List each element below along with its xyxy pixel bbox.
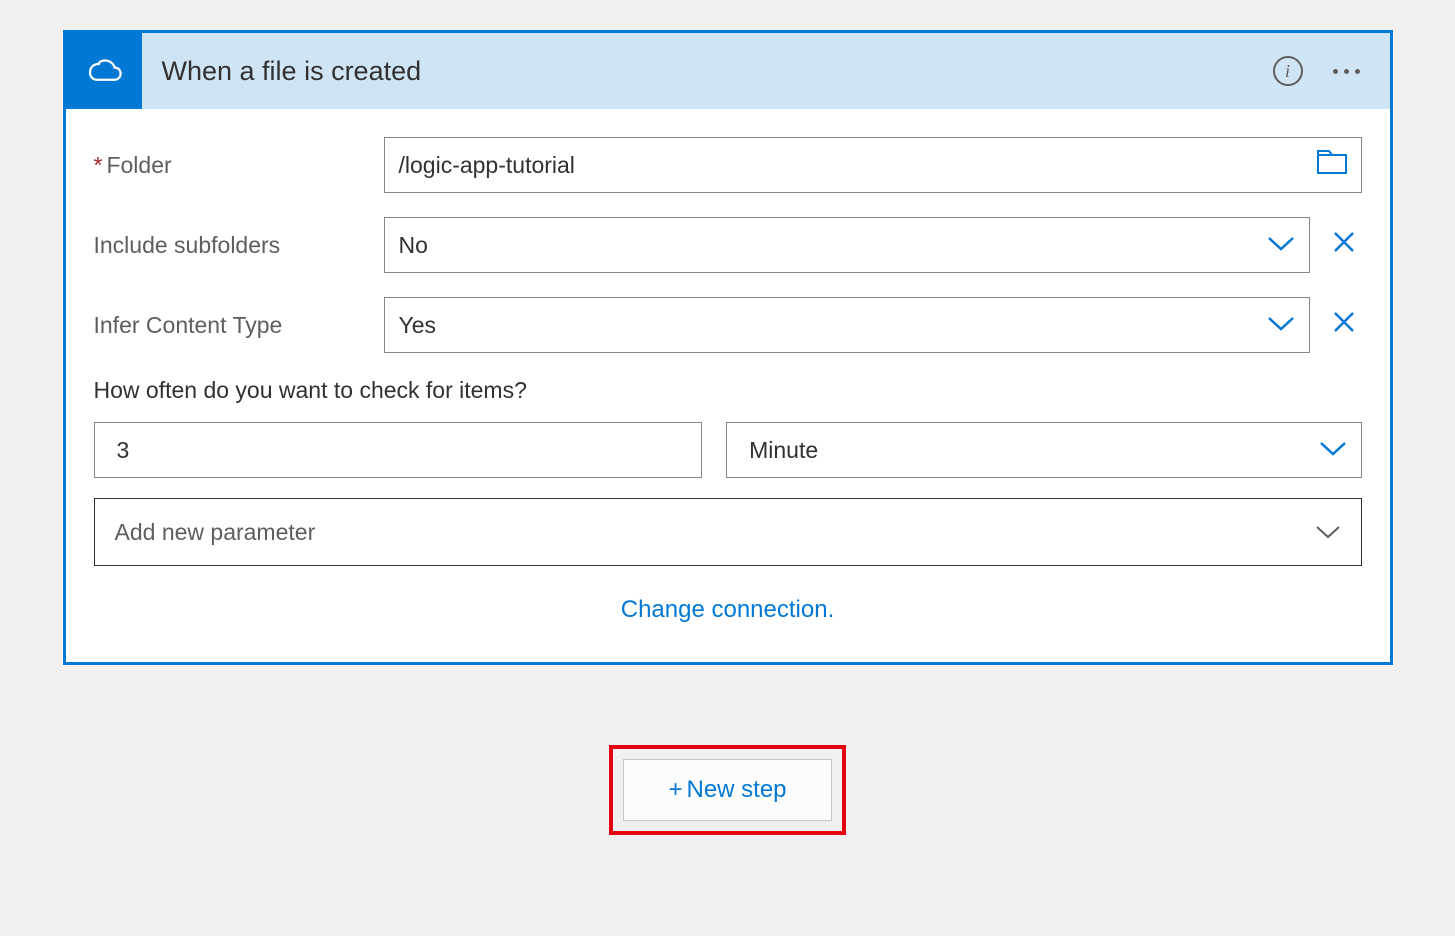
infer-content-type-select[interactable]: Yes <box>384 297 1310 353</box>
trigger-card: When a file is created i *Folder /logic-… <box>63 30 1393 665</box>
new-step-highlight: + New step <box>609 745 845 835</box>
chevron-down-icon <box>1319 437 1347 463</box>
folder-row: *Folder /logic-app-tutorial <box>94 137 1362 193</box>
folder-input[interactable]: /logic-app-tutorial <box>384 137 1362 193</box>
more-icon[interactable] <box>1333 69 1360 74</box>
trigger-header[interactable]: When a file is created i <box>66 33 1390 109</box>
include-subfolders-label: Include subfolders <box>94 232 384 259</box>
plus-icon: + <box>668 776 682 804</box>
remove-include-subfolders-button[interactable] <box>1326 230 1362 260</box>
remove-infer-content-type-button[interactable] <box>1326 310 1362 340</box>
polling-interval-input[interactable]: 3 <box>94 422 703 478</box>
new-step-container: + New step <box>63 745 1393 835</box>
infer-content-type-row: Infer Content Type Yes <box>94 297 1362 353</box>
add-parameter-select[interactable]: Add new parameter <box>94 498 1362 566</box>
info-icon[interactable]: i <box>1273 56 1303 86</box>
onedrive-icon <box>66 33 142 109</box>
trigger-title: When a file is created <box>142 56 1273 87</box>
polling-label: How often do you want to check for items… <box>94 377 1362 404</box>
infer-content-type-label: Infer Content Type <box>94 312 384 339</box>
polling-unit-select[interactable]: Minute <box>726 422 1361 478</box>
change-connection-link[interactable]: Change connection. <box>621 596 835 623</box>
include-subfolders-select[interactable]: No <box>384 217 1310 273</box>
header-actions: i <box>1273 56 1390 86</box>
change-connection-row: Change connection. <box>94 596 1362 624</box>
new-step-button[interactable]: + New step <box>623 759 831 821</box>
chevron-down-icon <box>1267 312 1295 338</box>
chevron-down-icon <box>1267 232 1295 258</box>
polling-row: 3 Minute <box>94 422 1362 478</box>
folder-picker-icon[interactable] <box>1317 150 1347 180</box>
chevron-down-icon <box>1315 519 1341 545</box>
folder-label: *Folder <box>94 152 384 179</box>
required-star: * <box>94 152 103 178</box>
include-subfolders-row: Include subfolders No <box>94 217 1362 273</box>
trigger-body: *Folder /logic-app-tutorial Include subf… <box>66 109 1390 662</box>
